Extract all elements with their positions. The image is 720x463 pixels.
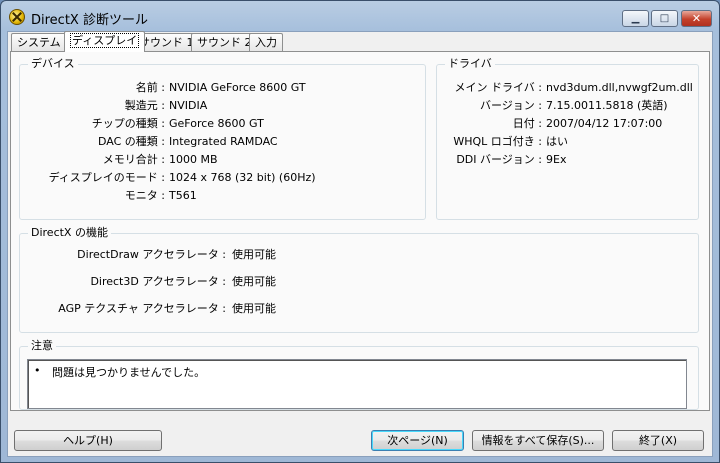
driver-version-value: 7.15.0011.5818 (英語) [546, 99, 668, 112]
driver-main-row: メイン ドライバ : nvd3dum.dll,nvwgf2um.dll [437, 80, 700, 96]
title-bar[interactable]: DirectX 診断ツール ▁ □ ✕ [1, 1, 719, 33]
device-mode-label: ディスプレイのモード : [48, 171, 165, 184]
feature-direct3d-row: Direct3D アクセラレータ : 使用可能 [20, 274, 700, 290]
device-monitor-row: モニタ : T561 [20, 188, 427, 204]
device-monitor-value: T561 [169, 189, 197, 202]
directx-features-title: DirectX の機能 [28, 226, 111, 240]
display-tab-panel: デバイス 名前 : NVIDIA GeForce 8600 GT 製造元 : N… [10, 51, 710, 411]
notes-group: 注意 • 問題は見つかりませんでした。 [19, 339, 699, 410]
maximize-button[interactable]: □ [651, 10, 678, 27]
tab-sound-2-label: サウンド 2 [197, 36, 252, 49]
notes-textbox[interactable]: • 問題は見つかりませんでした。 [27, 359, 687, 409]
driver-whql-label: WHQL ロゴ付き : [453, 135, 542, 148]
notes-text: 問題は見つかりませんでした。 [52, 366, 206, 379]
driver-version-label: バージョン : [480, 99, 542, 112]
device-manufacturer-value: NVIDIA [169, 99, 208, 112]
feature-agp-value: 使用可能 [232, 302, 276, 315]
driver-date-row: 日付 : 2007/04/12 17:07:00 [437, 116, 700, 132]
driver-group-title: ドライバ [445, 57, 495, 71]
tab-system-label: システム [17, 36, 61, 49]
driver-main-label: メイン ドライバ : [454, 81, 542, 94]
device-mode-row: ディスプレイのモード : 1024 x 768 (32 bit) (60Hz) [20, 170, 427, 186]
feature-agp-label: AGP テクスチャ アクセラレータ : [58, 302, 226, 315]
tab-sound-1-label: サウンド 1 [139, 36, 194, 49]
notes-bullet: • [34, 364, 41, 377]
device-manufacturer-label: 製造元 : [124, 99, 165, 112]
device-chip-row: チップの種類 : GeForce 8600 GT [20, 116, 427, 132]
tab-sound-2[interactable]: サウンド 2 [191, 33, 258, 51]
device-dac-label: DAC の種類 : [98, 135, 165, 148]
save-all-info-button[interactable]: 情報をすべて保存(S)... [472, 430, 604, 451]
device-memory-label: メモリ合計 : [102, 153, 165, 166]
driver-version-row: バージョン : 7.15.0011.5818 (英語) [437, 98, 700, 114]
tab-input-label: 入力 [255, 36, 277, 49]
device-chip-value: GeForce 8600 GT [169, 117, 264, 130]
feature-directdraw-label: DirectDraw アクセラレータ : [77, 248, 226, 261]
driver-main-value: nvd3dum.dll,nvwgf2um.dll [546, 81, 693, 94]
device-name-value: NVIDIA GeForce 8600 GT [169, 81, 306, 94]
device-memory-value: 1000 MB [169, 153, 218, 166]
driver-whql-value: はい [546, 135, 568, 148]
close-button[interactable]: ✕ [681, 10, 712, 27]
device-chip-label: チップの種類 : [91, 117, 165, 130]
device-dac-value: Integrated RAMDAC [169, 135, 278, 148]
minimize-button[interactable]: ▁ [622, 10, 649, 27]
device-dac-row: DAC の種類 : Integrated RAMDAC [20, 134, 427, 150]
feature-directdraw-value: 使用可能 [232, 248, 276, 261]
next-page-button[interactable]: 次ページ(N) [371, 430, 464, 451]
feature-direct3d-value: 使用可能 [232, 275, 276, 288]
device-monitor-label: モニタ : [124, 189, 165, 202]
driver-ddi-row: DDI バージョン : 9Ex [437, 152, 700, 168]
tab-display[interactable]: ディスプレイ [64, 31, 146, 52]
exit-button[interactable]: 終了(X) [612, 430, 704, 451]
driver-ddi-value: 9Ex [546, 153, 567, 166]
device-group: デバイス 名前 : NVIDIA GeForce 8600 GT 製造元 : N… [19, 57, 427, 220]
window-title: DirectX 診断ツール [31, 13, 148, 28]
feature-agp-row: AGP テクスチャ アクセラレータ : 使用可能 [20, 301, 700, 317]
feature-directdraw-row: DirectDraw アクセラレータ : 使用可能 [20, 247, 700, 263]
driver-whql-row: WHQL ロゴ付き : はい [437, 134, 700, 150]
tab-display-label: ディスプレイ [70, 33, 140, 48]
device-manufacturer-row: 製造元 : NVIDIA [20, 98, 427, 114]
help-button[interactable]: ヘルプ(H) [14, 430, 162, 451]
directx-diag-window: DirectX 診断ツール ▁ □ ✕ システム ディスプレイ サウンド 1 サ… [0, 0, 720, 463]
feature-direct3d-label: Direct3D アクセラレータ : [90, 275, 226, 288]
directx-icon [9, 9, 25, 25]
driver-date-label: 日付 : [512, 117, 542, 130]
driver-date-value: 2007/04/12 17:07:00 [546, 117, 663, 130]
tab-input[interactable]: 入力 [249, 33, 283, 51]
tab-system[interactable]: システム [11, 33, 67, 51]
driver-group: ドライバ メイン ドライバ : nvd3dum.dll,nvwgf2um.dll… [436, 57, 700, 220]
directx-features-group: DirectX の機能 DirectDraw アクセラレータ : 使用可能 Di… [19, 226, 700, 333]
device-group-title: デバイス [28, 57, 78, 71]
device-name-label: 名前 : [135, 81, 165, 94]
device-memory-row: メモリ合計 : 1000 MB [20, 152, 427, 168]
notes-group-title: 注意 [28, 339, 56, 353]
device-mode-value: 1024 x 768 (32 bit) (60Hz) [169, 171, 316, 184]
device-name-row: 名前 : NVIDIA GeForce 8600 GT [20, 80, 427, 96]
driver-ddi-label: DDI バージョン : [456, 153, 542, 166]
client-area: システム ディスプレイ サウンド 1 サウンド 2 入力 デバイス 名前 : N… [7, 31, 713, 457]
